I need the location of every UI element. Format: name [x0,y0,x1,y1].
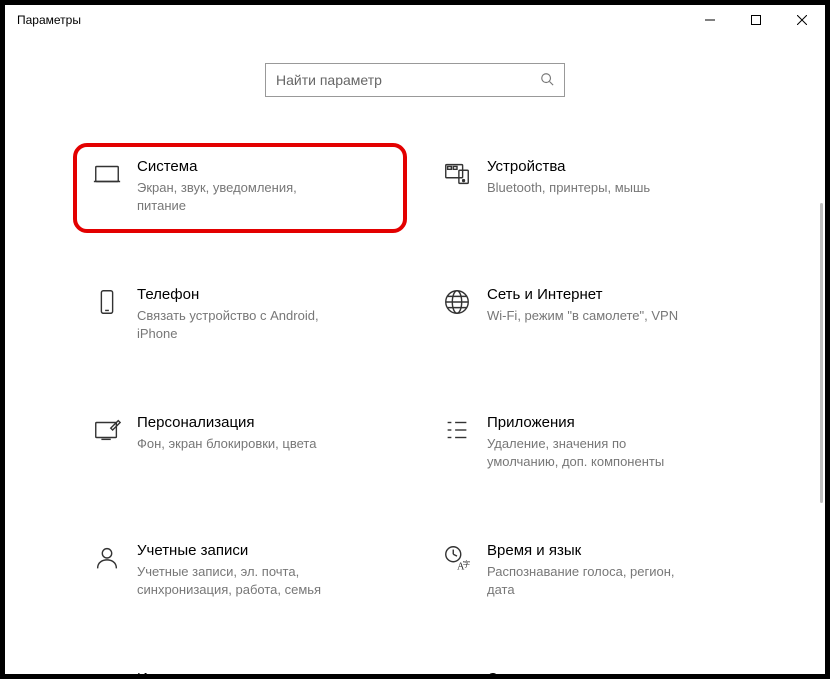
category-devices[interactable]: Устройства Bluetooth, принтеры, мышь [435,157,745,215]
categories-grid: Система Экран, звук, уведомления, питани… [5,107,825,674]
category-desc: Wi-Fi, режим "в самолете", VPN [487,307,678,325]
category-phone[interactable]: Телефон Связать устройство с Android, iP… [85,285,395,343]
category-time-language[interactable]: A字 Время и язык Распознавание голоса, ре… [435,541,745,599]
personalization-icon [85,413,129,445]
category-title: Специальные [487,669,584,674]
minimize-button[interactable] [687,5,733,35]
search-placeholder: Найти параметр [276,72,540,88]
scrollbar-thumb[interactable] [820,203,823,503]
category-system[interactable]: Система Экран, звук, уведомления, питани… [73,143,407,233]
minimize-icon [705,15,715,25]
search-container: Найти параметр [5,35,825,107]
category-personalization[interactable]: Персонализация Фон, экран блокировки, цв… [85,413,395,471]
category-desc: Удаление, значения по умолчанию, доп. ко… [487,435,679,471]
titlebar: Параметры [5,5,825,35]
category-title: Персонализация [137,413,316,433]
accounts-icon [85,541,129,573]
apps-icon [435,413,479,445]
titlebar-controls [687,5,825,35]
close-icon [797,15,807,25]
svg-text:字: 字 [463,558,471,568]
category-title: Учетные записи [137,541,329,561]
network-icon [435,285,479,317]
category-desc: Фон, экран блокировки, цвета [137,435,316,453]
category-title: Сеть и Интернет [487,285,678,305]
devices-icon [435,157,479,189]
category-title: Приложения [487,413,679,433]
category-desc: Bluetooth, принтеры, мышь [487,179,650,197]
category-title: Телефон [137,285,329,305]
category-desc: Учетные записи, эл. почта, синхронизация… [137,563,329,599]
category-title: Игры [137,669,172,674]
search-input[interactable]: Найти параметр [265,63,565,97]
category-gaming[interactable]: Игры [85,669,395,674]
category-desc: Экран, звук, уведомления, питание [137,179,329,215]
close-button[interactable] [779,5,825,35]
category-title: Время и язык [487,541,679,561]
category-ease-of-access[interactable]: Специальные [435,669,745,674]
category-accounts[interactable]: Учетные записи Учетные записи, эл. почта… [85,541,395,599]
category-desc: Распознавание голоса, регион, дата [487,563,679,599]
maximize-button[interactable] [733,5,779,35]
window-title: Параметры [17,13,81,27]
content-area: Найти параметр Система Экран, звук, увед… [5,35,825,674]
category-network[interactable]: Сеть и Интернет Wi-Fi, режим "в самолете… [435,285,745,343]
phone-icon [85,285,129,317]
settings-window: Параметры Найти параметр [5,5,825,674]
system-icon [85,157,129,189]
category-title: Устройства [487,157,650,177]
ease-icon [435,669,479,674]
gaming-icon [85,669,129,674]
category-title: Система [137,157,329,177]
maximize-icon [751,15,761,25]
category-desc: Связать устройство с Android, iPhone [137,307,329,343]
time-language-icon: A字 [435,541,479,573]
search-icon [540,72,554,89]
category-apps[interactable]: Приложения Удаление, значения по умолчан… [435,413,745,471]
